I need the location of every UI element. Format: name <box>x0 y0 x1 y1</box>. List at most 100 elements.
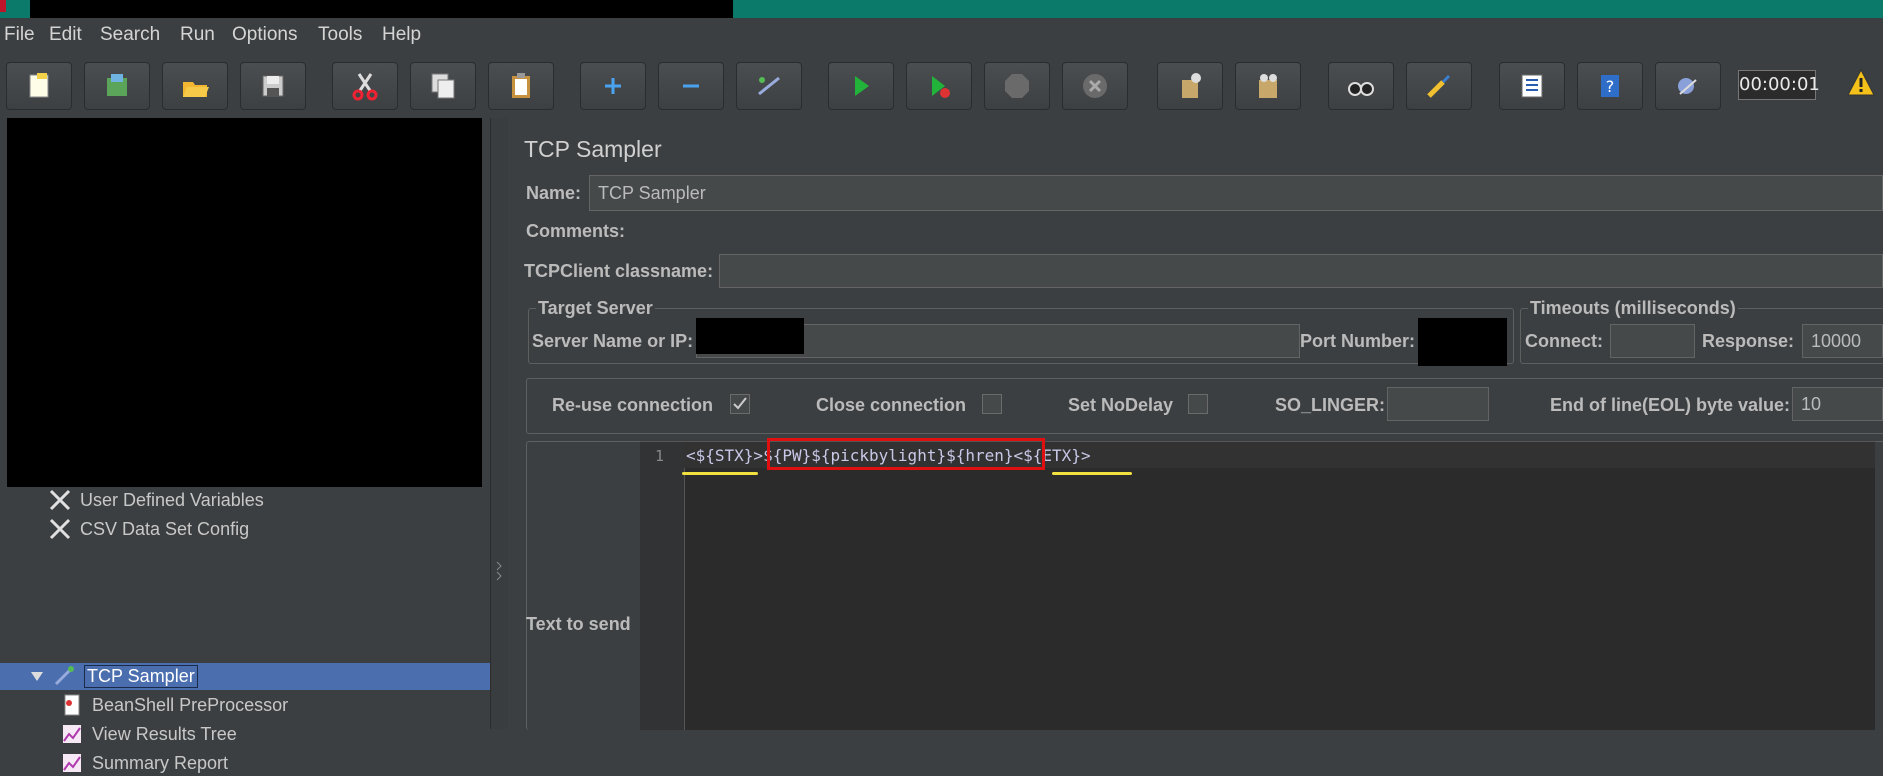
expand-icon <box>605 78 621 94</box>
tree-item-label: Summary Report <box>92 752 229 773</box>
tree-item-summary-report[interactable]: Summary Report <box>58 750 228 776</box>
checkmark-icon <box>733 397 747 410</box>
function-helper-button[interactable] <box>1499 62 1565 110</box>
save-button[interactable] <box>240 62 306 110</box>
toolbar: ? 00:00:01 <box>0 48 1883 119</box>
clear-all-icon <box>1259 74 1277 98</box>
stop-icon <box>1005 74 1029 98</box>
set-nodelay-checkbox[interactable] <box>1188 394 1208 414</box>
redacted-port-value[interactable] <box>1418 318 1507 366</box>
tree-item-view-results-tree[interactable]: View Results Tree <box>58 721 237 747</box>
open-icon <box>183 82 209 97</box>
menu-run[interactable]: Run <box>180 24 215 46</box>
expand-all-button[interactable] <box>580 62 646 110</box>
response-timeout-field[interactable] <box>1802 324 1883 358</box>
window-title-bar <box>0 0 1883 18</box>
panel-splitter[interactable] <box>490 118 510 729</box>
eol-byte-field[interactable] <box>1792 387 1883 421</box>
start-button[interactable] <box>828 62 894 110</box>
menu-bar: File Edit Search Run Options Tools Help <box>0 18 1883 48</box>
save-icon <box>262 75 284 97</box>
graph-icon <box>58 750 86 776</box>
timeouts-title: Timeouts (milliseconds) <box>1528 298 1738 319</box>
clear-button[interactable] <box>1157 62 1223 110</box>
script-icon <box>58 692 86 718</box>
menu-file[interactable]: File <box>4 24 35 46</box>
reuse-connection-checkbox[interactable] <box>730 394 750 414</box>
menu-options[interactable]: Options <box>232 24 297 46</box>
cut-button[interactable] <box>332 62 398 110</box>
target-server-title: Target Server <box>536 298 655 319</box>
toggle-button[interactable] <box>736 62 802 110</box>
search-button[interactable] <box>1328 62 1394 110</box>
classname-field[interactable] <box>719 254 1883 288</box>
server-label: Server Name or IP: <box>532 331 694 351</box>
templates-icon <box>107 74 127 96</box>
port-label: Port Number: <box>1300 331 1416 351</box>
redacted-tree-area <box>7 118 482 487</box>
so-linger-label: SO_LINGER: <box>1275 395 1386 415</box>
reuse-connection-label: Re-use connection <box>552 395 714 415</box>
name-field[interactable] <box>589 175 1883 211</box>
elapsed-timer: 00:00:01 <box>1738 70 1820 100</box>
close-connection-label: Close connection <box>816 395 967 415</box>
menu-tools[interactable]: Tools <box>318 24 362 46</box>
pipette-icon <box>50 663 78 689</box>
redacted-server-value <box>696 318 804 354</box>
menu-help[interactable]: Help <box>382 24 421 46</box>
paste-icon <box>512 73 530 98</box>
tree-item-beanshell-preprocessor[interactable]: BeanShell PreProcessor <box>58 692 288 718</box>
search-icon <box>1348 82 1374 96</box>
tree-item-label: CSV Data Set Config <box>80 518 250 539</box>
copy-button[interactable] <box>410 62 476 110</box>
new-button[interactable] <box>6 62 72 110</box>
cut-icon <box>352 73 378 101</box>
paste-button[interactable] <box>488 62 554 110</box>
stop-button[interactable] <box>984 62 1050 110</box>
annotation-underline-etx <box>1052 472 1132 475</box>
page-title: TCP Sampler <box>524 136 662 162</box>
open-button[interactable] <box>162 62 228 110</box>
connect-timeout-field[interactable] <box>1610 324 1695 358</box>
tree-item-label: TCP Sampler <box>84 664 198 688</box>
graph-icon <box>58 721 86 747</box>
collapse-icon <box>683 84 699 88</box>
app-icon <box>0 0 6 12</box>
templates-button[interactable] <box>84 62 150 110</box>
help-icon: ? <box>1601 75 1619 97</box>
expand-arrow-icon[interactable] <box>28 663 46 689</box>
line-gutter <box>640 442 685 730</box>
name-label: Name: <box>526 183 582 203</box>
wrench-icon <box>46 516 74 542</box>
reset-search-button[interactable] <box>1406 62 1472 110</box>
toggle-icon <box>758 76 780 96</box>
start-icon <box>855 76 869 96</box>
tree-item-label: BeanShell PreProcessor <box>92 694 289 715</box>
new-icon <box>29 73 49 98</box>
splitter-grip-icon <box>496 561 502 581</box>
remote-icon <box>1678 78 1697 95</box>
close-connection-checkbox[interactable] <box>982 394 1002 414</box>
tree-item-label: User Defined Variables <box>80 489 264 510</box>
tree-item-label: View Results Tree <box>92 723 237 744</box>
clear-all-button[interactable] <box>1235 62 1301 110</box>
remote-start-button[interactable] <box>1655 62 1721 110</box>
tree-item-user-defined-variables[interactable]: User Defined Variables <box>46 487 264 513</box>
help-button[interactable]: ? <box>1577 62 1643 110</box>
warning-icon[interactable] <box>1846 68 1876 98</box>
set-nodelay-label: Set NoDelay <box>1068 395 1174 415</box>
collapse-all-button[interactable] <box>658 62 724 110</box>
shutdown-button[interactable] <box>1062 62 1128 110</box>
so-linger-field[interactable] <box>1387 387 1489 421</box>
connect-label: Connect: <box>1525 331 1603 351</box>
shutdown-icon <box>1083 74 1107 98</box>
text-to-send-label: Text to send <box>526 614 631 634</box>
start-no-pauses-button[interactable] <box>906 62 972 110</box>
test-plan-tree-panel: User Defined Variables CSV Data Set Conf… <box>0 118 490 773</box>
menu-edit[interactable]: Edit <box>49 24 82 46</box>
classname-label: TCPClient classname: <box>524 261 714 281</box>
text-to-send-editor[interactable]: 1 <${STX}>${PW}${pickbylight}${hren}<${E… <box>640 438 1875 730</box>
tree-item-csv-data-set-config[interactable]: CSV Data Set Config <box>46 516 249 542</box>
menu-search[interactable]: Search <box>100 24 160 46</box>
tree-item-tcp-sampler[interactable]: TCP Sampler <box>28 663 198 689</box>
